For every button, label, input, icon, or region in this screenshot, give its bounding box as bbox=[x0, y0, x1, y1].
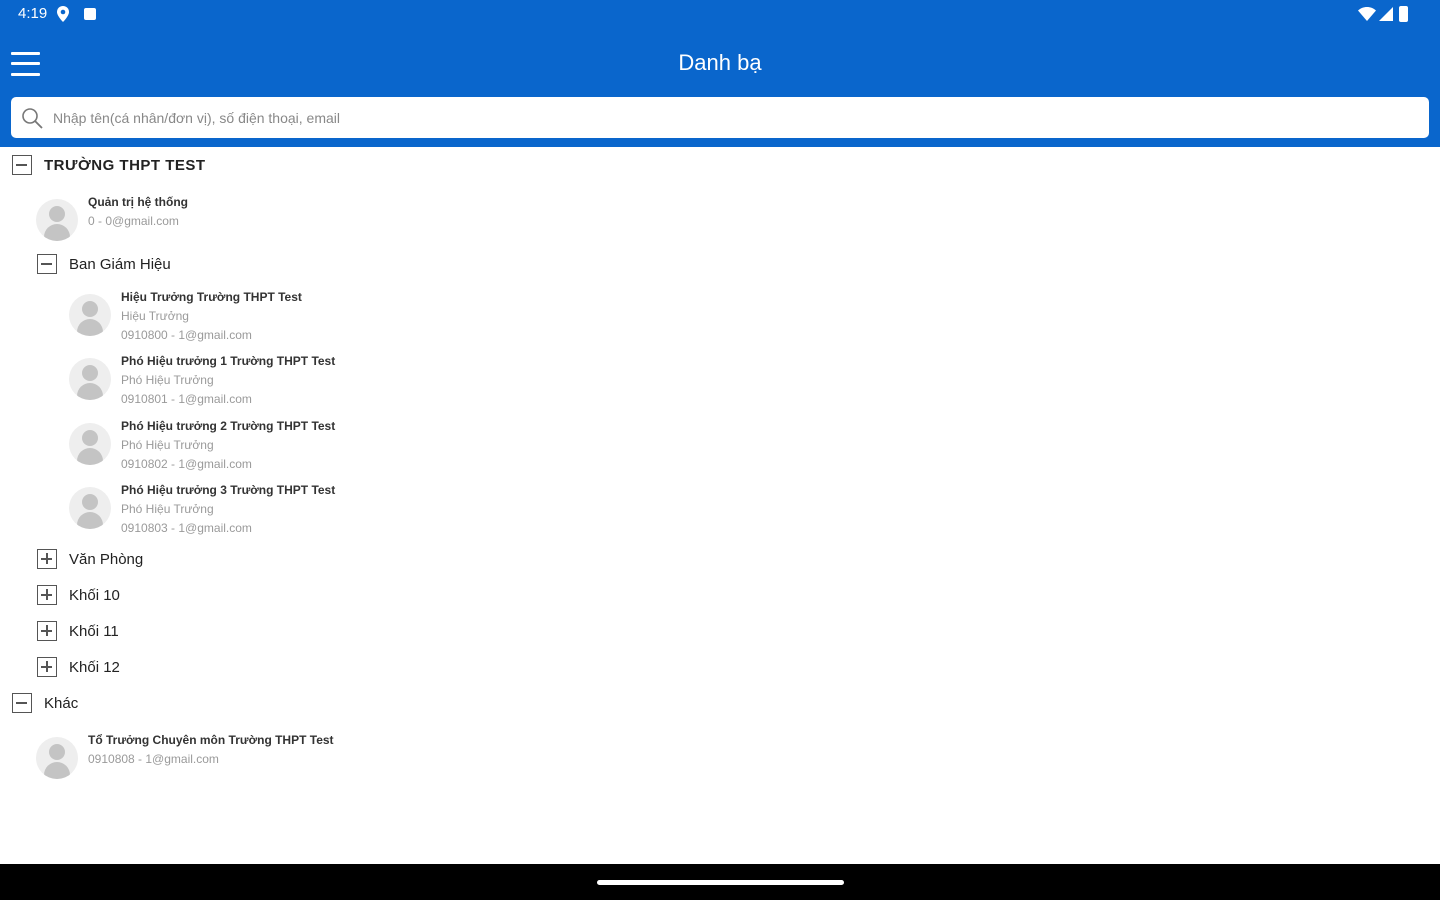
navigation-bar bbox=[0, 864, 1440, 900]
expand-icon[interactable] bbox=[37, 549, 57, 569]
avatar bbox=[69, 294, 111, 336]
contact-name: Phó Hiệu trưởng 2 Trường THPT Test bbox=[121, 419, 336, 433]
tree-node-label: Khối 11 bbox=[69, 622, 119, 640]
contact-item[interactable]: Hiệu Trưởng Trường THPT Test Hiệu Trưởng… bbox=[69, 288, 302, 345]
tree-node-khac[interactable]: Khác bbox=[12, 693, 78, 713]
tree-node-khoi-12[interactable]: Khối 12 bbox=[37, 657, 120, 677]
status-time: 4:19 bbox=[18, 5, 48, 22]
avatar bbox=[69, 358, 111, 400]
collapse-icon[interactable] bbox=[12, 155, 32, 175]
contact-detail: 0910802 - 1@gmail.com bbox=[121, 457, 252, 471]
tree-node-label: Khác bbox=[44, 694, 79, 712]
contact-name: Phó Hiệu trưởng 1 Trường THPT Test bbox=[121, 354, 336, 368]
contact-item[interactable]: Phó Hiệu trưởng 1 Trường THPT Test Phó H… bbox=[69, 352, 335, 409]
avatar bbox=[69, 423, 111, 465]
contact-detail: 0910803 - 1@gmail.com bbox=[121, 521, 252, 535]
tree-node-label: Ban Giám Hiệu bbox=[69, 255, 171, 273]
tree-node-khoi-10[interactable]: Khối 10 bbox=[37, 585, 120, 605]
expand-icon[interactable] bbox=[37, 657, 57, 677]
location-icon bbox=[57, 6, 69, 22]
contact-name: Hiệu Trưởng Trường THPT Test bbox=[121, 290, 302, 304]
contact-item[interactable]: Phó Hiệu trưởng 2 Trường THPT Test Phó H… bbox=[69, 417, 335, 474]
search-input[interactable] bbox=[53, 97, 1413, 138]
contact-role: Phó Hiệu Trưởng bbox=[121, 502, 214, 516]
contact-item[interactable]: Phó Hiệu trưởng 3 Trường THPT Test Phó H… bbox=[69, 481, 335, 538]
tree-node-ban-giam-hieu[interactable]: Ban Giám Hiệu bbox=[37, 254, 171, 274]
contact-name: Tổ Trưởng Chuyên môn Trường THPT Test bbox=[88, 733, 334, 747]
page-title: Danh bạ bbox=[678, 50, 762, 75]
tree-node-khoi-11[interactable]: Khối 11 bbox=[37, 621, 119, 641]
contact-name: Phó Hiệu trưởng 3 Trường THPT Test bbox=[121, 483, 336, 497]
tree-node-label: Khối 12 bbox=[69, 658, 120, 676]
tree-node-label: TRƯỜNG THPT TEST bbox=[44, 156, 206, 174]
contact-role: Phó Hiệu Trưởng bbox=[121, 438, 214, 452]
contact-name: Quản trị hệ thống bbox=[88, 195, 188, 209]
wifi-icon bbox=[1358, 7, 1376, 21]
contact-detail: 0910808 - 1@gmail.com bbox=[88, 752, 219, 766]
collapse-icon[interactable] bbox=[37, 254, 57, 274]
expand-icon[interactable] bbox=[37, 585, 57, 605]
tree-node-label: Khối 10 bbox=[69, 586, 120, 604]
avatar bbox=[36, 737, 78, 779]
avatar bbox=[36, 199, 78, 241]
contact-detail: 0910800 - 1@gmail.com bbox=[121, 328, 252, 342]
avatar bbox=[69, 487, 111, 529]
collapse-icon[interactable] bbox=[12, 693, 32, 713]
signal-icon bbox=[1379, 7, 1393, 21]
sim-card-icon bbox=[84, 8, 96, 20]
expand-icon[interactable] bbox=[37, 621, 57, 641]
status-bar: 4:19 bbox=[0, 0, 1440, 28]
tree-node-label: Văn Phòng bbox=[69, 550, 144, 568]
tree-node-root[interactable]: TRƯỜNG THPT TEST bbox=[12, 155, 206, 175]
app-header: 4:19 Danh bạ bbox=[0, 0, 1440, 147]
tree-node-van-phong[interactable]: Văn Phòng bbox=[37, 549, 143, 569]
contact-detail: 0 - 0@gmail.com bbox=[88, 214, 179, 228]
search-icon bbox=[22, 108, 43, 129]
search-box[interactable] bbox=[11, 97, 1429, 138]
contact-item[interactable]: Quản trị hệ thống 0 - 0@gmail.com bbox=[36, 193, 188, 241]
battery-icon bbox=[1399, 6, 1408, 22]
contact-item[interactable]: Tổ Trưởng Chuyên môn Trường THPT Test 09… bbox=[36, 731, 334, 779]
contact-detail: 0910801 - 1@gmail.com bbox=[121, 392, 252, 406]
contact-role: Phó Hiệu Trưởng bbox=[121, 373, 214, 387]
home-indicator[interactable] bbox=[597, 880, 844, 885]
contact-role: Hiệu Trưởng bbox=[121, 309, 189, 323]
